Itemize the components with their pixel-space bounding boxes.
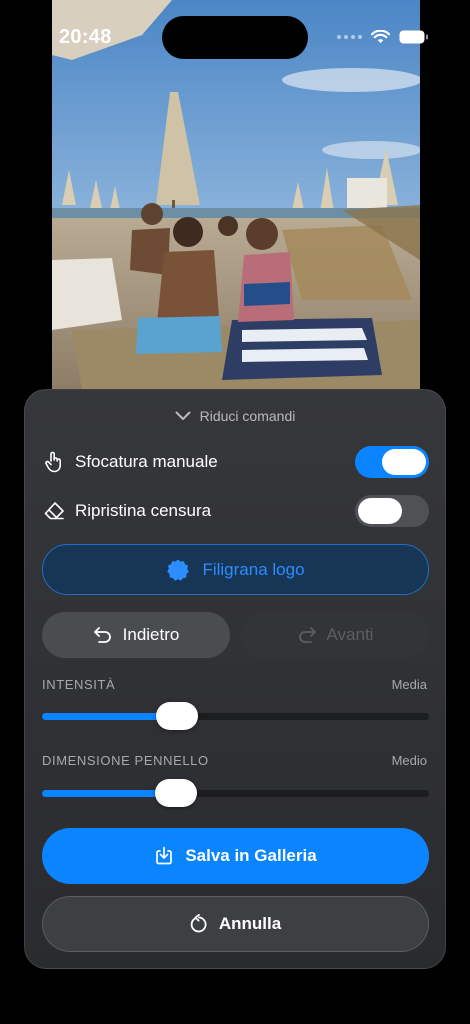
status-icons xyxy=(337,30,429,44)
battery-icon xyxy=(399,30,428,44)
intensity-label: INTENSITÀ xyxy=(42,677,116,692)
brush-size-value: Medio xyxy=(391,753,427,768)
toggle-knob xyxy=(382,449,426,475)
chevron-down-icon xyxy=(175,411,191,420)
intensity-thumb[interactable] xyxy=(156,702,199,730)
manual-blur-toggle[interactable] xyxy=(355,446,429,478)
cancel-button[interactable]: Annulla xyxy=(42,896,429,952)
redo-label: Avanti xyxy=(326,625,374,644)
undo-label: Indietro xyxy=(122,625,180,644)
brush-size-label: DIMENSIONE PENNELLO xyxy=(42,753,209,768)
brush-size-slider[interactable] xyxy=(42,779,429,807)
eraser-icon xyxy=(43,500,65,522)
redo-button[interactable]: Avanti xyxy=(241,612,429,658)
restore-censor-label: Ripristina censura xyxy=(75,501,212,520)
reset-arrow-icon xyxy=(190,914,207,933)
undo-button[interactable]: Indietro xyxy=(42,612,230,658)
toggle-knob xyxy=(358,498,402,524)
collapse-label: Riduci comandi xyxy=(199,408,296,424)
cellular-signal-icon xyxy=(337,35,362,39)
redo-arrow-icon xyxy=(298,627,316,643)
brush-size-thumb[interactable] xyxy=(154,779,197,807)
save-label: Salva in Galleria xyxy=(185,846,317,865)
download-tray-icon xyxy=(156,846,173,865)
intensity-slider[interactable] xyxy=(42,702,429,730)
watermark-logo-label: Filigrana logo xyxy=(202,559,305,579)
collapse-controls-button[interactable]: Riduci comandi xyxy=(25,408,445,424)
undo-arrow-icon xyxy=(93,627,111,643)
dynamic-island xyxy=(162,16,308,59)
restore-censor-row: Ripristina censura xyxy=(43,495,429,527)
wifi-icon xyxy=(371,30,390,43)
seal-badge-icon xyxy=(167,559,190,581)
status-time: 20:48 xyxy=(59,26,112,48)
watermark-logo-button[interactable]: Filigrana logo xyxy=(42,544,429,595)
manual-blur-label: Sfocatura manuale xyxy=(75,452,218,471)
manual-blur-row: Sfocatura manuale xyxy=(43,446,429,478)
restore-censor-toggle[interactable] xyxy=(355,495,429,527)
hand-pointer-icon xyxy=(43,451,65,473)
save-to-gallery-button[interactable]: Salva in Galleria xyxy=(42,828,429,884)
intensity-value: Media xyxy=(391,677,427,692)
cancel-label: Annulla xyxy=(218,914,282,933)
controls-panel: Riduci comandi Sfocatura manuale Riprist… xyxy=(24,389,446,969)
